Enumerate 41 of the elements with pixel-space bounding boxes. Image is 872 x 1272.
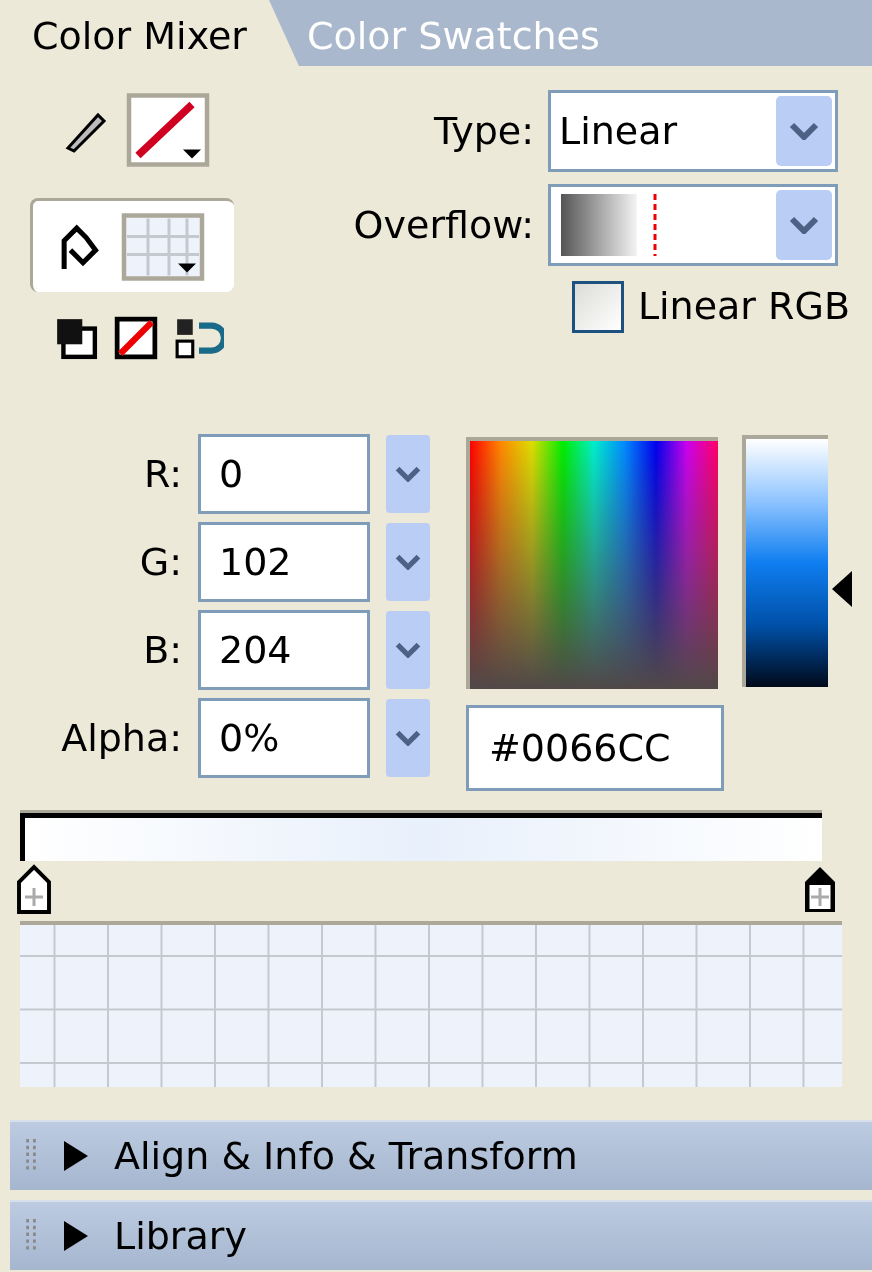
chevron-down-icon — [395, 730, 421, 746]
slider-button[interactable] — [386, 699, 430, 777]
no-color-icon[interactable] — [114, 316, 158, 360]
dropdown-button[interactable] — [776, 190, 832, 260]
slider-pointer-icon[interactable] — [832, 570, 854, 607]
stroke-color-swatch[interactable] — [126, 92, 210, 168]
overflow-dropdown[interactable] — [548, 184, 838, 266]
type-label: Type: — [433, 107, 534, 155]
channel-label: G: — [139, 538, 182, 586]
overflow-label: Overflow: — [353, 201, 534, 249]
collapsed-arrow-icon — [64, 1141, 88, 1171]
chevron-down-icon — [395, 642, 421, 658]
gradient-bar[interactable] — [20, 813, 822, 861]
chevron-down-icon — [789, 122, 819, 140]
type-dropdown[interactable]: Linear — [548, 90, 838, 172]
default-colors-icon[interactable] — [54, 316, 98, 360]
channel-input[interactable]: 102 — [198, 522, 370, 602]
linear-rgb-label: Linear RGB — [637, 283, 850, 330]
channel-input[interactable]: 0% — [198, 698, 370, 778]
collapsed-panel-header[interactable]: Library — [10, 1200, 872, 1270]
channel-label: R: — [143, 450, 182, 498]
chevron-down-icon — [395, 466, 421, 482]
slider-button[interactable] — [386, 611, 430, 689]
linear-rgb-checkbox[interactable] — [571, 280, 624, 333]
collapsed-arrow-icon — [64, 1221, 88, 1251]
chevron-down-icon — [395, 554, 421, 570]
fill-color-swatch[interactable] — [121, 211, 205, 282]
slider-button[interactable] — [386, 435, 430, 513]
chevron-down-icon — [789, 216, 819, 234]
grip-icon — [24, 1139, 38, 1173]
channel-input[interactable]: 0 — [198, 434, 370, 514]
grip-icon — [24, 1219, 38, 1253]
channel-input[interactable]: 204 — [198, 610, 370, 690]
dropdown-button[interactable] — [776, 96, 832, 166]
hex-color-field[interactable]: #0066CC — [466, 705, 724, 791]
channel-label: Alpha: — [61, 714, 182, 762]
channel-label: B: — [143, 626, 182, 674]
slider-button[interactable] — [386, 523, 430, 601]
swap-colors-icon[interactable] — [174, 316, 224, 360]
collapsed-panel-header[interactable]: Align & Info & Transform — [10, 1120, 872, 1190]
hue-saturation-picker[interactable] — [466, 437, 718, 689]
